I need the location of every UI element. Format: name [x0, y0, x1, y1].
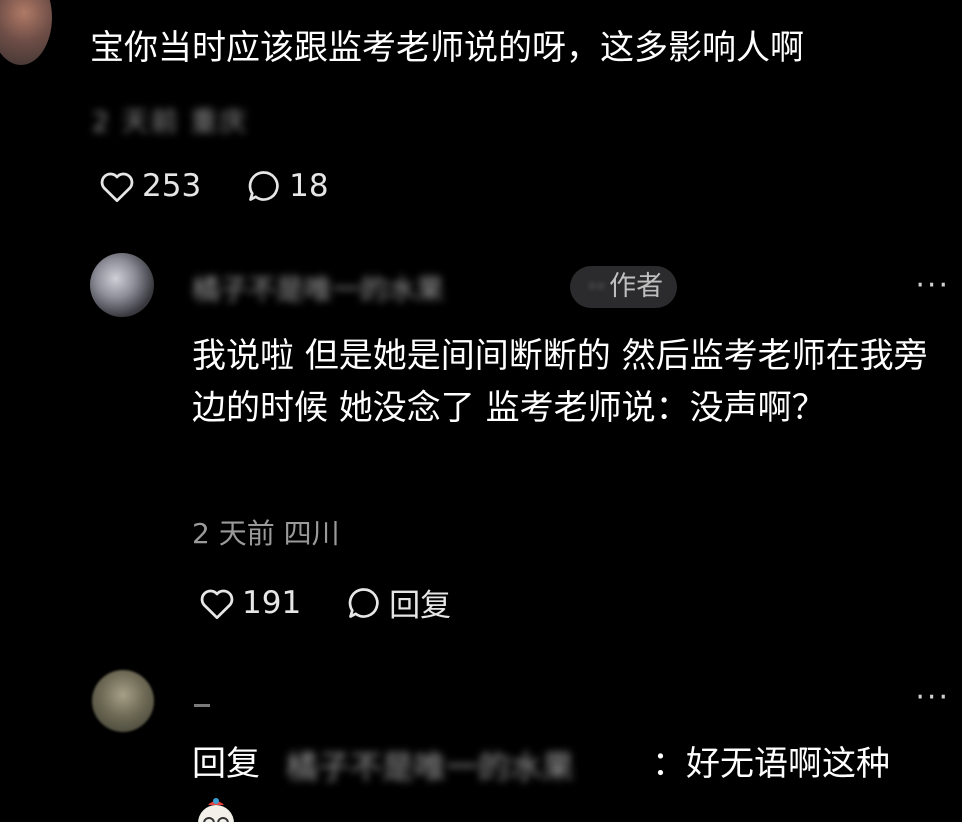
more-options-icon[interactable]: ··· [915, 683, 950, 713]
comment-bubble-icon [248, 171, 279, 201]
comment-text: 宝你当时应该跟监考老师说的呀，这多影响人啊 [90, 28, 804, 68]
reply-count-button[interactable]: 18 [245, 168, 329, 204]
comment-bubble-icon [348, 587, 379, 618]
reply-count: 18 [289, 168, 329, 204]
comment-meta-blurred: 2 天前 重庆 [92, 107, 249, 138]
heart-icon [100, 172, 134, 203]
like-button[interactable]: 253 [98, 168, 201, 204]
author-badge-label: 作者 [609, 271, 664, 302]
reply2-avatar[interactable] [92, 670, 154, 732]
comment-thread: 宝你当时应该跟监考老师说的呀，这多影响人啊 2 天前 重庆 253 18 橘子不… [0, 0, 962, 822]
reply2-text: ：好无语啊这种 [652, 744, 890, 784]
reply-button[interactable]: 回复 [345, 580, 451, 625]
reply2-target-blurred[interactable]: 橘子不是唯一的水果 [286, 742, 574, 788]
reply-actions: 191 回复 [198, 580, 495, 625]
reply-meta: 2 天前 四川 [192, 517, 340, 550]
reply-avatar[interactable] [90, 253, 154, 317]
reply-like-count: 191 [242, 584, 302, 621]
like-count: 253 [142, 168, 202, 204]
reply-like-button[interactable]: 191 [198, 585, 301, 621]
author-badge: ·· 作者 [570, 266, 678, 308]
heart-icon [200, 589, 234, 619]
commenter-avatar[interactable] [0, 0, 52, 65]
comment-actions: 253 18 [98, 168, 373, 204]
reply-button-label: 回复 [389, 588, 452, 624]
emoji-sticker-icon [198, 798, 234, 822]
reply2-prefix: 回复 [192, 744, 260, 784]
reply2-username[interactable] [194, 704, 210, 707]
author-badge-smudge: ·· [588, 271, 606, 302]
reply-text: 我说啦 但是她是间间断断的 然后监考老师在我旁边的时候 她没念了 监考老师说：没… [192, 336, 928, 428]
more-options-icon[interactable]: ··· [915, 271, 950, 301]
reply-username-blurred[interactable]: 橘子不是唯一的水果 [192, 268, 444, 308]
